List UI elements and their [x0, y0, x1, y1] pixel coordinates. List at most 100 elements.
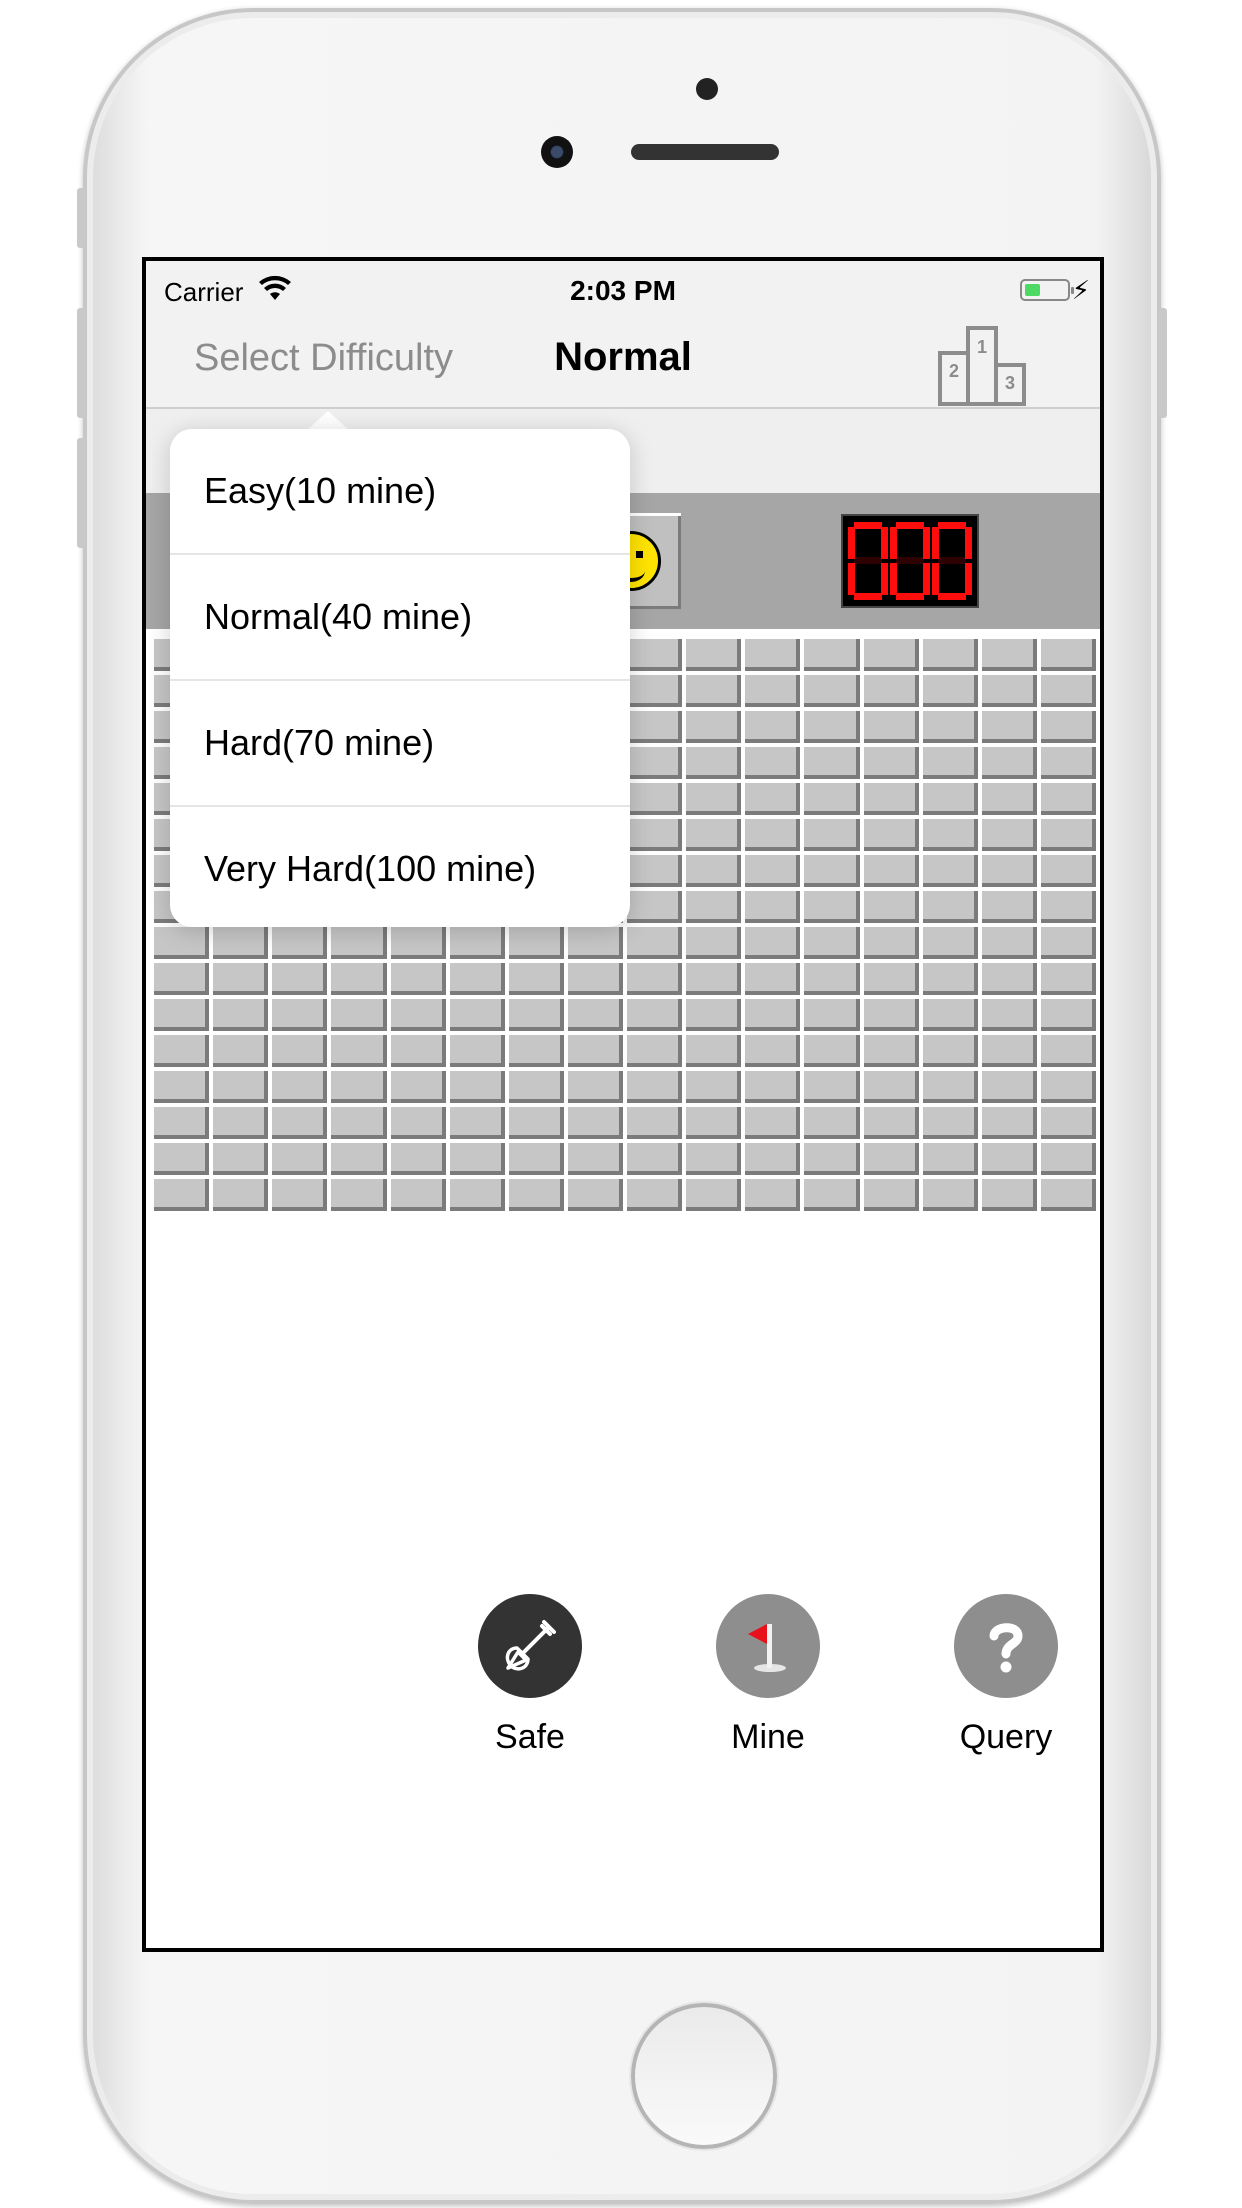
grid-cell[interactable] [563, 1175, 623, 1211]
grid-cell[interactable] [504, 959, 564, 995]
grid-cell[interactable] [859, 1067, 919, 1103]
grid-cell[interactable] [623, 635, 683, 671]
grid-cell[interactable] [386, 995, 446, 1031]
grid-cell[interactable] [445, 995, 505, 1031]
grid-cell[interactable] [682, 635, 742, 671]
grid-cell[interactable] [741, 671, 801, 707]
grid-cell[interactable] [445, 1103, 505, 1139]
grid-cell[interactable] [859, 635, 919, 671]
grid-cell[interactable] [977, 851, 1037, 887]
leaderboard-podium-icon[interactable]: 1 2 3 [936, 325, 1028, 412]
grid-cell[interactable] [445, 959, 505, 995]
grid-cell[interactable] [209, 1139, 269, 1175]
grid-cell[interactable] [918, 959, 978, 995]
grid-cell[interactable] [504, 1067, 564, 1103]
grid-cell[interactable] [445, 1139, 505, 1175]
grid-cell[interactable] [800, 995, 860, 1031]
grid-cell[interactable] [859, 923, 919, 959]
grid-cell[interactable] [977, 815, 1037, 851]
grid-cell[interactable] [682, 671, 742, 707]
grid-cell[interactable] [623, 1139, 683, 1175]
grid-cell[interactable] [150, 1175, 210, 1211]
grid-cell[interactable] [682, 779, 742, 815]
grid-cell[interactable] [682, 923, 742, 959]
grid-cell[interactable] [800, 743, 860, 779]
grid-cell[interactable] [445, 1175, 505, 1211]
grid-cell[interactable] [741, 1067, 801, 1103]
grid-cell[interactable] [150, 1031, 210, 1067]
grid-cell[interactable] [445, 1067, 505, 1103]
grid-cell[interactable] [859, 1139, 919, 1175]
grid-cell[interactable] [563, 959, 623, 995]
grid-cell[interactable] [859, 779, 919, 815]
grid-cell[interactable] [268, 1067, 328, 1103]
grid-cell[interactable] [623, 779, 683, 815]
grid-cell[interactable] [918, 671, 978, 707]
home-button[interactable] [631, 2003, 777, 2149]
grid-cell[interactable] [741, 1175, 801, 1211]
grid-cell[interactable] [918, 779, 978, 815]
grid-cell[interactable] [977, 1175, 1037, 1211]
grid-cell[interactable] [682, 1103, 742, 1139]
grid-cell[interactable] [977, 1139, 1037, 1175]
grid-cell[interactable] [623, 743, 683, 779]
mine-tool-button[interactable]: Mine [716, 1594, 820, 1757]
grid-cell[interactable] [800, 671, 860, 707]
grid-cell[interactable] [741, 959, 801, 995]
grid-cell[interactable] [682, 995, 742, 1031]
grid-cell[interactable] [800, 707, 860, 743]
grid-cell[interactable] [741, 815, 801, 851]
grid-cell[interactable] [504, 1031, 564, 1067]
grid-cell[interactable] [1036, 851, 1096, 887]
grid-cell[interactable] [800, 887, 860, 923]
grid-cell[interactable] [682, 851, 742, 887]
grid-cell[interactable] [741, 635, 801, 671]
grid-cell[interactable] [268, 1103, 328, 1139]
grid-cell[interactable] [800, 959, 860, 995]
grid-cell[interactable] [623, 851, 683, 887]
grid-cell[interactable] [268, 959, 328, 995]
grid-cell[interactable] [859, 1175, 919, 1211]
grid-cell[interactable] [682, 707, 742, 743]
grid-cell[interactable] [150, 1067, 210, 1103]
grid-cell[interactable] [800, 1103, 860, 1139]
grid-cell[interactable] [623, 959, 683, 995]
grid-cell[interactable] [623, 995, 683, 1031]
grid-cell[interactable] [800, 815, 860, 851]
grid-cell[interactable] [1036, 995, 1096, 1031]
grid-cell[interactable] [623, 671, 683, 707]
grid-cell[interactable] [327, 995, 387, 1031]
grid-cell[interactable] [682, 1139, 742, 1175]
grid-cell[interactable] [859, 959, 919, 995]
grid-cell[interactable] [386, 1031, 446, 1067]
grid-cell[interactable] [327, 1139, 387, 1175]
grid-cell[interactable] [504, 1139, 564, 1175]
grid-cell[interactable] [150, 995, 210, 1031]
grid-cell[interactable] [977, 635, 1037, 671]
grid-cell[interactable] [1036, 1139, 1096, 1175]
grid-cell[interactable] [977, 923, 1037, 959]
grid-cell[interactable] [623, 707, 683, 743]
grid-cell[interactable] [682, 1175, 742, 1211]
grid-cell[interactable] [268, 1031, 328, 1067]
grid-cell[interactable] [741, 779, 801, 815]
grid-cell[interactable] [977, 779, 1037, 815]
grid-cell[interactable] [1036, 1031, 1096, 1067]
grid-cell[interactable] [623, 1175, 683, 1211]
grid-cell[interactable] [800, 1175, 860, 1211]
grid-cell[interactable] [800, 779, 860, 815]
grid-cell[interactable] [741, 743, 801, 779]
grid-cell[interactable] [563, 1139, 623, 1175]
grid-cell[interactable] [918, 1139, 978, 1175]
grid-cell[interactable] [445, 1031, 505, 1067]
grid-cell[interactable] [1036, 887, 1096, 923]
grid-cell[interactable] [682, 743, 742, 779]
grid-cell[interactable] [209, 1067, 269, 1103]
grid-cell[interactable] [918, 743, 978, 779]
grid-cell[interactable] [800, 851, 860, 887]
grid-cell[interactable] [918, 887, 978, 923]
grid-cell[interactable] [859, 815, 919, 851]
grid-cell[interactable] [859, 743, 919, 779]
grid-cell[interactable] [150, 1103, 210, 1139]
grid-cell[interactable] [1036, 779, 1096, 815]
